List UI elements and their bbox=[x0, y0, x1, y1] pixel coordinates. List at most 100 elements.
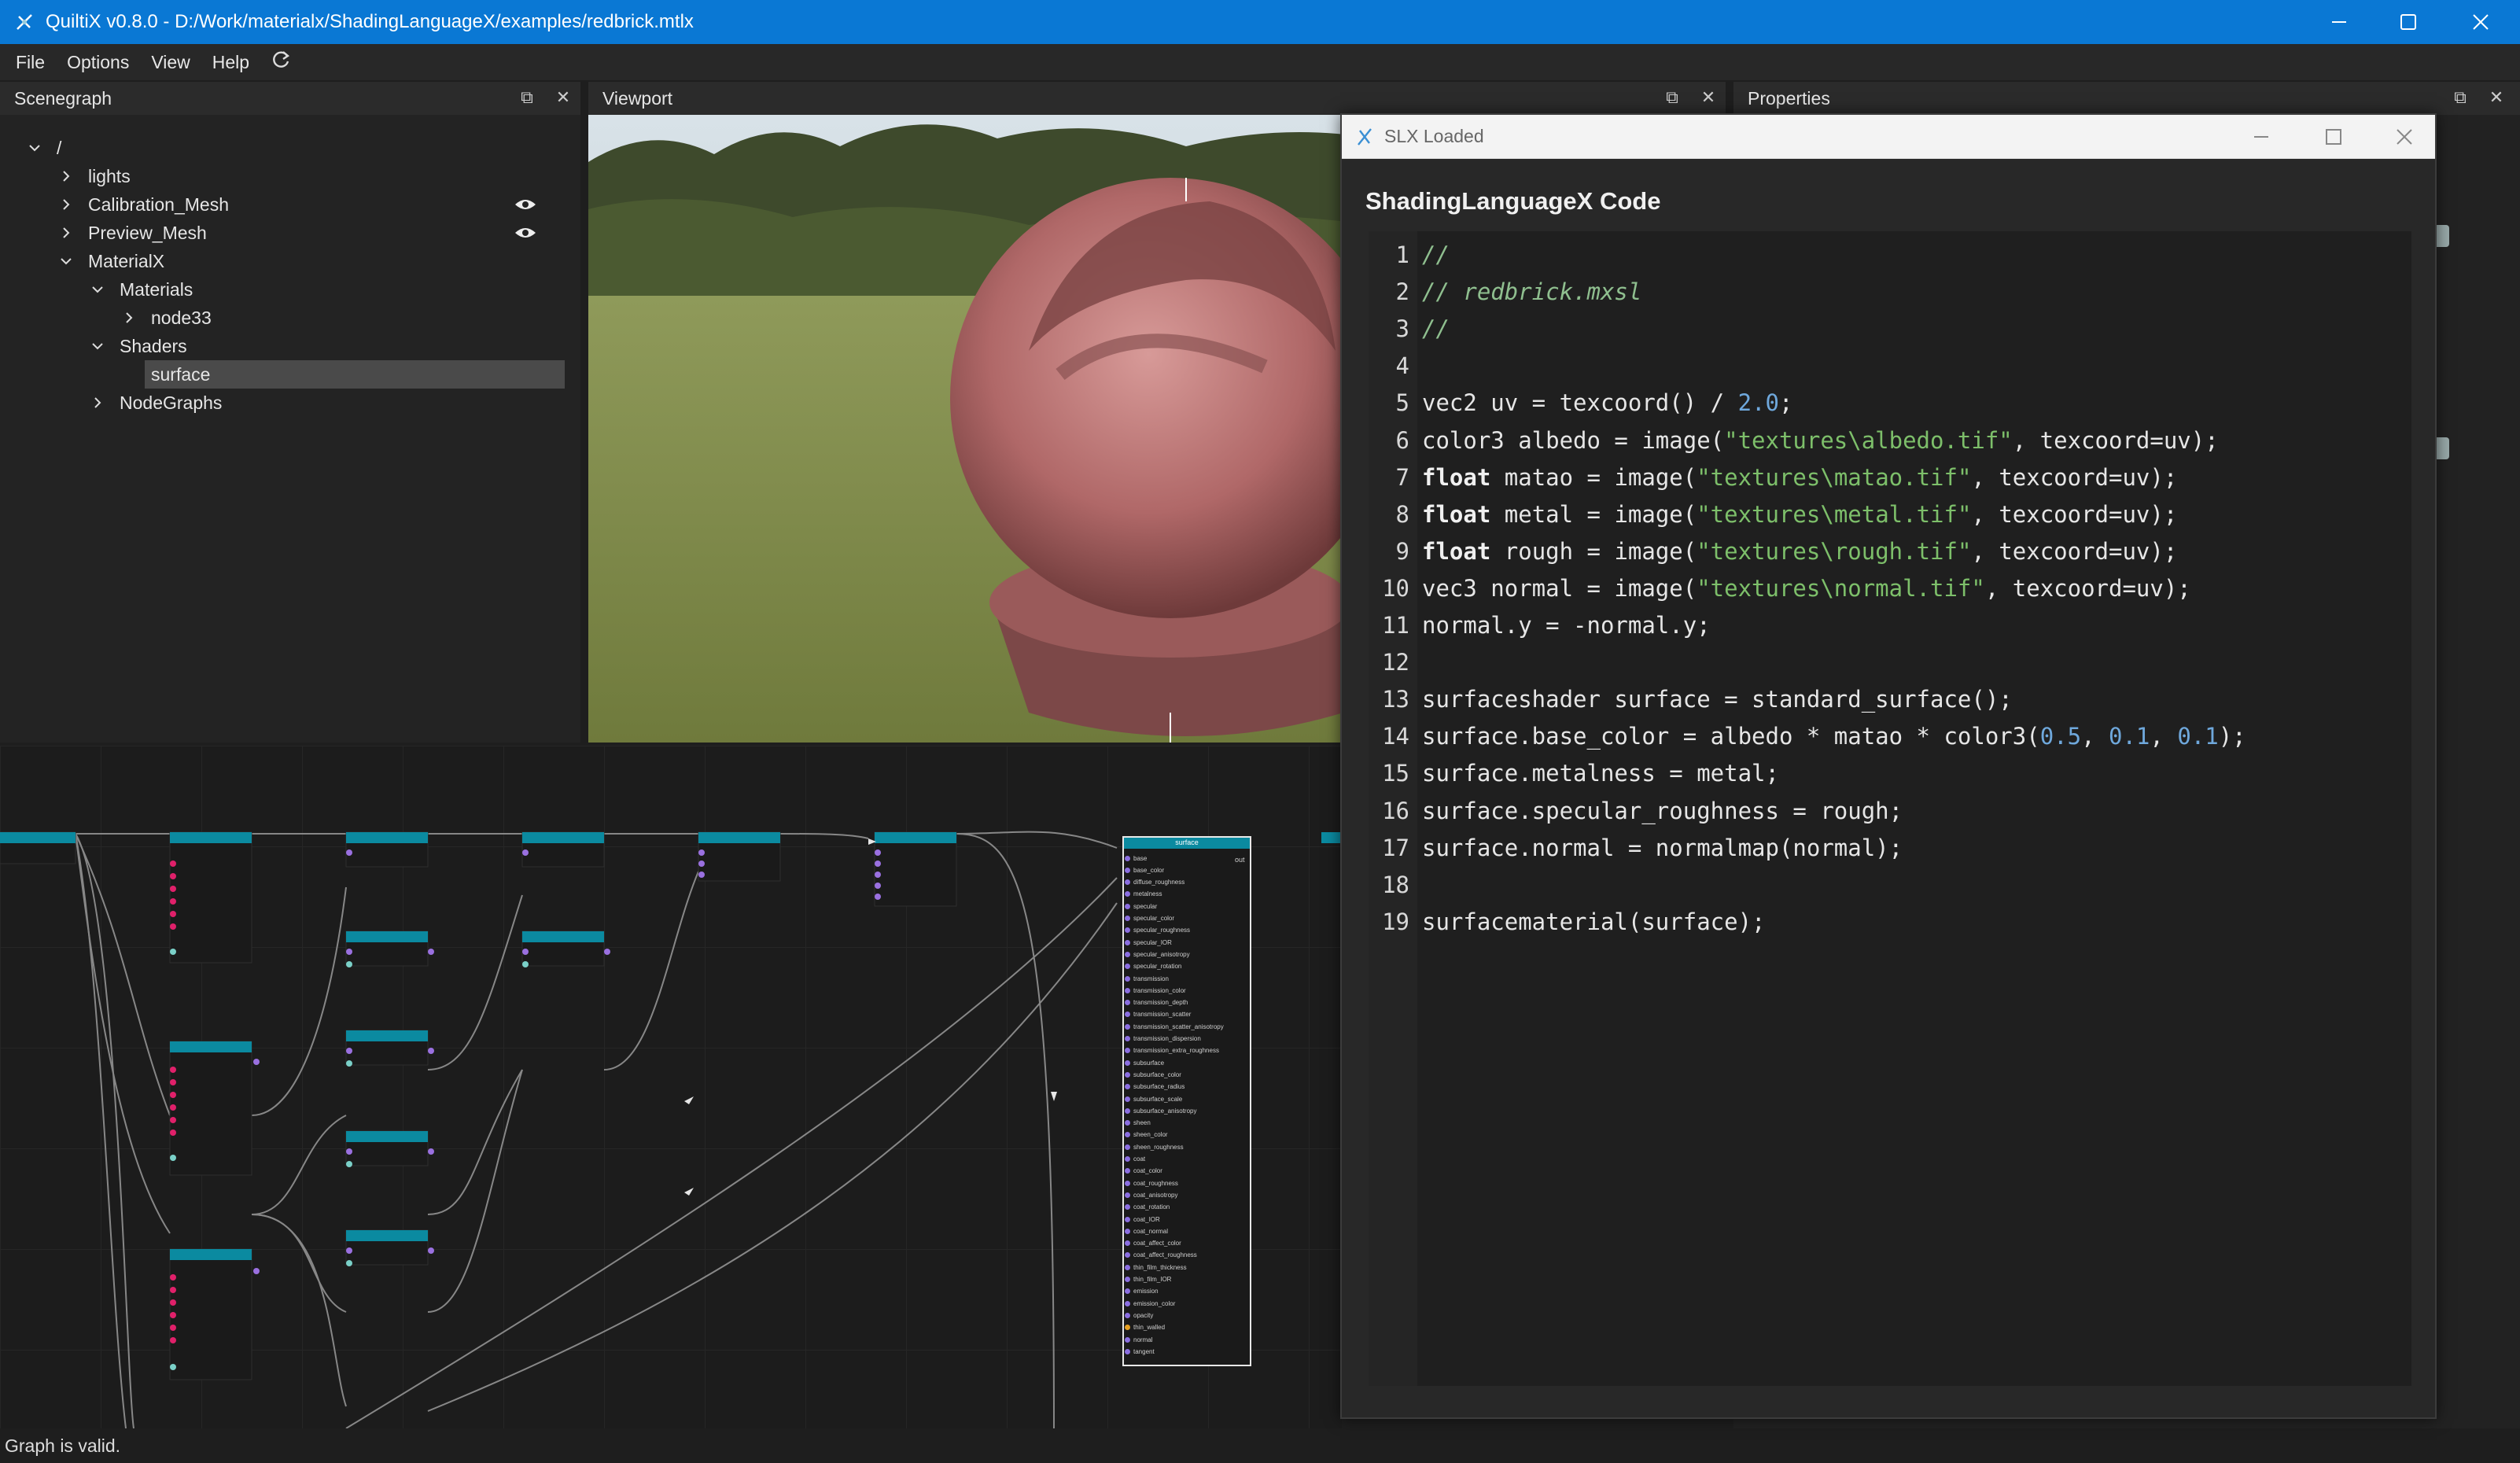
menu-file[interactable]: File bbox=[5, 52, 56, 73]
chevron-right-icon[interactable] bbox=[58, 197, 74, 212]
port-dot[interactable] bbox=[1125, 1023, 1130, 1030]
node-input-port[interactable]: coat_anisotropy bbox=[1125, 1189, 1177, 1200]
port-dot[interactable] bbox=[1125, 1312, 1130, 1318]
port-dot[interactable] bbox=[1125, 939, 1130, 945]
port-dot[interactable] bbox=[1125, 1120, 1130, 1126]
node-input-port[interactable]: thin_walled bbox=[1125, 1322, 1165, 1333]
menu-options[interactable]: Options bbox=[56, 52, 140, 73]
chevron-down-icon[interactable] bbox=[90, 338, 105, 354]
node-input-port[interactable]: emission_color bbox=[1125, 1298, 1175, 1309]
close-panel-icon[interactable]: ✕ bbox=[2485, 87, 2507, 109]
port-dot[interactable] bbox=[1125, 1168, 1130, 1174]
chevron-right-icon[interactable] bbox=[90, 395, 105, 411]
float-icon[interactable]: ⧉ bbox=[2449, 87, 2471, 109]
port-dot[interactable] bbox=[1125, 1325, 1130, 1331]
node-input-port[interactable]: normal bbox=[1125, 1334, 1152, 1345]
close-panel-icon[interactable]: ✕ bbox=[1697, 87, 1719, 109]
node-input-port[interactable]: specular_color bbox=[1125, 913, 1174, 924]
port-dot[interactable] bbox=[1125, 891, 1130, 897]
float-icon[interactable]: ⧉ bbox=[516, 87, 538, 109]
port-dot[interactable] bbox=[1125, 1156, 1130, 1162]
node-input-port[interactable]: subsurface_radius bbox=[1125, 1082, 1184, 1093]
port-dot[interactable] bbox=[1125, 867, 1130, 873]
minimize-button[interactable] bbox=[2303, 0, 2375, 44]
node-graph-panel[interactable]: surface out base base_color diffuse_roughn… bbox=[0, 746, 1342, 1428]
port-dot[interactable] bbox=[1125, 1048, 1130, 1054]
node-input-port[interactable]: specular_anisotropy bbox=[1125, 949, 1190, 960]
node-input-port[interactable]: subsurface_scale bbox=[1125, 1093, 1182, 1104]
chevron-right-icon[interactable] bbox=[121, 310, 137, 326]
port-dot[interactable] bbox=[1125, 1000, 1130, 1006]
tree-item-materials[interactable]: Materials bbox=[90, 275, 193, 304]
node-input-port[interactable]: subsurface_color bbox=[1125, 1069, 1181, 1080]
code-editor[interactable]: 1 // 2 // redbrick.mxsl 3 // 4 5 vec2 uv = texco… bbox=[1369, 231, 2411, 1386]
chevron-down-icon[interactable] bbox=[58, 253, 74, 269]
port-dot[interactable] bbox=[1125, 927, 1130, 934]
node-input-port[interactable]: transmission_dispersion bbox=[1125, 1034, 1201, 1045]
port-dot[interactable] bbox=[1125, 903, 1130, 909]
close-panel-icon[interactable]: ✕ bbox=[552, 87, 574, 109]
node-input-port[interactable]: transmission_color bbox=[1125, 985, 1186, 996]
port-dot[interactable] bbox=[1125, 1084, 1130, 1090]
node-input-port[interactable]: transmission bbox=[1125, 973, 1169, 984]
node-input-port[interactable]: sheen_roughness bbox=[1125, 1141, 1184, 1152]
maximize-button[interactable] bbox=[2372, 0, 2444, 44]
tree-item-shaders[interactable]: Shaders bbox=[90, 332, 187, 360]
node-input-port[interactable]: tangent bbox=[1125, 1346, 1155, 1357]
chevron-right-icon[interactable] bbox=[58, 225, 74, 241]
tree-item-nodegraphs[interactable]: NodeGraphs bbox=[90, 389, 222, 417]
node-input-port[interactable]: transmission_scatter bbox=[1125, 1009, 1191, 1020]
tree-item-root[interactable]: / bbox=[27, 134, 61, 162]
surface-node-title[interactable]: surface bbox=[1123, 837, 1251, 848]
port-dot[interactable] bbox=[1125, 1132, 1130, 1138]
node-input-port[interactable]: subsurface_anisotropy bbox=[1125, 1105, 1197, 1116]
tree-item-lights[interactable]: lights bbox=[58, 162, 131, 190]
port-dot[interactable] bbox=[1125, 1204, 1130, 1211]
tree-item-preview-mesh[interactable]: Preview_Mesh bbox=[58, 219, 207, 247]
tree-item-calibration-mesh[interactable]: Calibration_Mesh bbox=[58, 190, 229, 219]
port-dot[interactable] bbox=[1125, 1336, 1130, 1343]
node-input-port[interactable]: specular_roughness bbox=[1125, 925, 1190, 936]
refresh-icon[interactable] bbox=[260, 50, 303, 76]
chevron-down-icon[interactable] bbox=[27, 140, 42, 156]
port-dot[interactable] bbox=[1125, 987, 1130, 993]
float-icon[interactable]: ⧉ bbox=[1661, 87, 1683, 109]
node-input-port[interactable]: coat_IOR bbox=[1125, 1214, 1160, 1225]
port-dot[interactable] bbox=[1125, 1107, 1130, 1114]
port-dot[interactable] bbox=[1125, 1096, 1130, 1102]
port-dot[interactable] bbox=[1125, 1348, 1130, 1354]
node-input-port[interactable]: metalness bbox=[1125, 889, 1162, 900]
port-dot[interactable] bbox=[1125, 1252, 1130, 1258]
node-input-port[interactable]: diffuse_roughness bbox=[1125, 877, 1184, 888]
node-input-port[interactable]: opacity bbox=[1125, 1310, 1153, 1321]
port-dot[interactable] bbox=[1125, 1277, 1130, 1282]
node-input-port[interactable]: transmission_depth bbox=[1125, 997, 1188, 1008]
port-dot[interactable] bbox=[1125, 1228, 1130, 1234]
menu-help[interactable]: Help bbox=[201, 52, 260, 73]
port-dot[interactable] bbox=[1125, 1192, 1130, 1198]
tree-item-materialx[interactable]: MaterialX bbox=[58, 247, 164, 275]
port-dot[interactable] bbox=[1125, 855, 1130, 861]
port-dot[interactable] bbox=[1125, 1144, 1130, 1150]
node-input-port[interactable]: specular_rotation bbox=[1125, 961, 1181, 972]
node-input-port[interactable]: specular bbox=[1125, 901, 1157, 912]
node-input-port[interactable]: sheen_color bbox=[1125, 1129, 1168, 1141]
node-input-port[interactable]: base bbox=[1125, 853, 1147, 864]
node-input-port[interactable]: thin_film_thickness bbox=[1125, 1262, 1187, 1273]
port-dot[interactable] bbox=[1125, 1288, 1130, 1295]
node-input-port[interactable]: coat_rotation bbox=[1125, 1202, 1170, 1213]
eye-icon[interactable] bbox=[514, 225, 536, 241]
port-dot[interactable] bbox=[1125, 1059, 1130, 1066]
port-dot[interactable] bbox=[1125, 1071, 1130, 1078]
port-dot[interactable] bbox=[1125, 964, 1130, 970]
node-input-port[interactable]: transmission_extra_roughness bbox=[1125, 1045, 1219, 1056]
port-dot[interactable] bbox=[1125, 975, 1130, 982]
menu-view[interactable]: View bbox=[140, 52, 201, 73]
dialog-minimize-button[interactable] bbox=[2226, 115, 2297, 159]
port-dot[interactable] bbox=[1125, 916, 1130, 921]
node-input-port[interactable]: thin_film_IOR bbox=[1125, 1274, 1171, 1285]
port-dot[interactable] bbox=[1125, 1216, 1130, 1222]
viewport-render[interactable] bbox=[588, 115, 1375, 743]
port-dot[interactable] bbox=[1125, 1180, 1130, 1186]
port-dot[interactable] bbox=[1125, 1036, 1130, 1041]
